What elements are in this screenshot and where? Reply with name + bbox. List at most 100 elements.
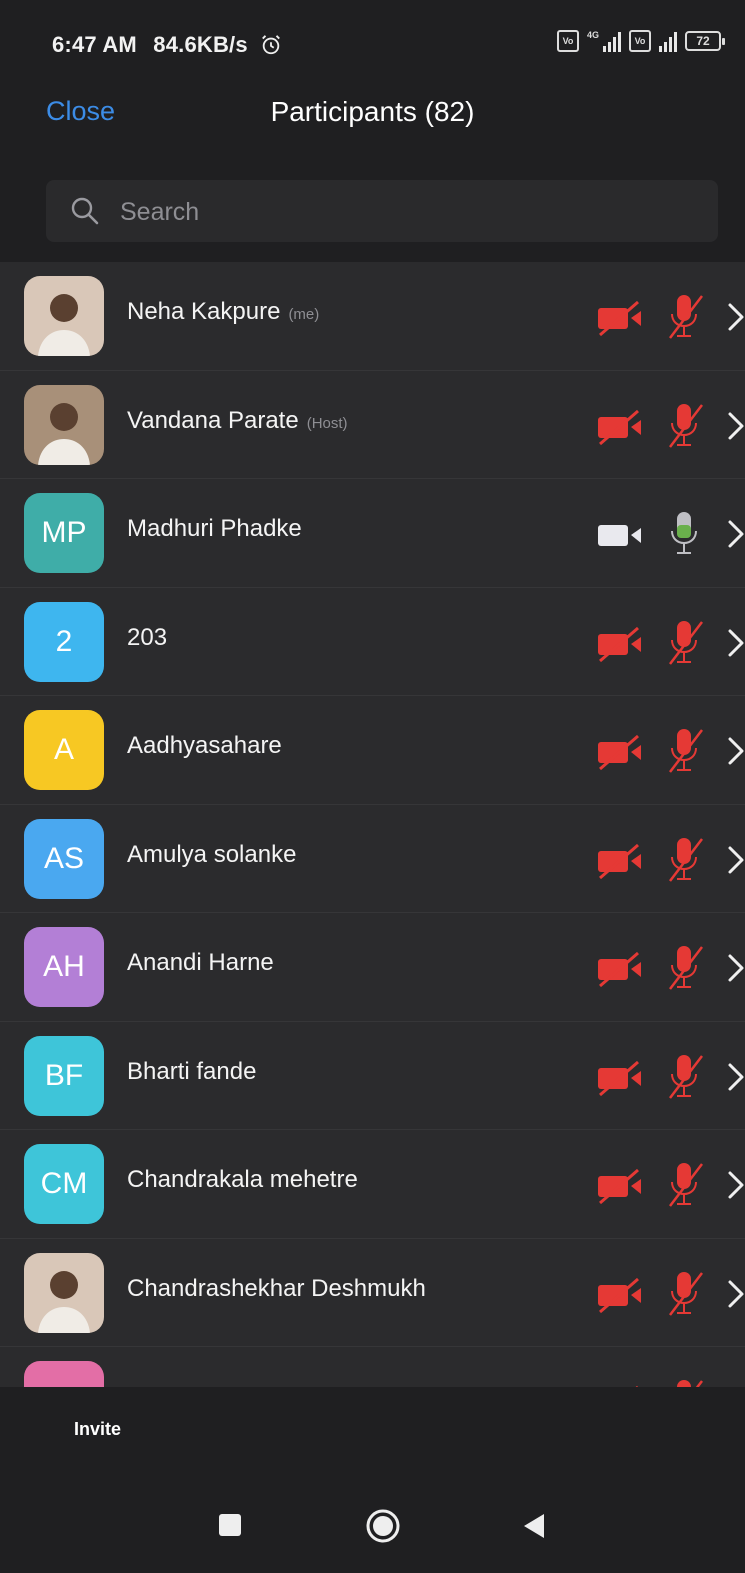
participant-name-wrap: Aadhyasahare: [127, 732, 282, 760]
mic-off-icon[interactable]: [662, 1160, 706, 1210]
chevron-right-icon[interactable]: [726, 845, 745, 875]
avatar-initials-text: AH: [43, 950, 85, 983]
participant-name: Chandrakala mehetre: [127, 1166, 358, 1193]
recents-icon[interactable]: [218, 1513, 242, 1537]
participant-name-wrap: Chandrashekhar Deshmukh: [127, 1275, 426, 1303]
avatar-initials: BF: [24, 1035, 104, 1116]
participant-name-wrap: Neha Kakpure (me): [127, 298, 319, 326]
participant-row[interactable]: Vandana Parate (Host): [0, 371, 745, 479]
avatar-photo: [24, 1252, 104, 1333]
chevron-right-icon[interactable]: [726, 302, 745, 332]
participant-name-wrap: Anandi Harne: [127, 949, 274, 977]
chevron-right-icon[interactable]: [726, 628, 745, 658]
participant-row[interactable]: BF Bharti fande: [0, 1022, 745, 1130]
participant-row[interactable]: [0, 1347, 745, 1387]
mic-off-icon[interactable]: [662, 401, 706, 451]
avatar-initials: AS: [24, 818, 104, 899]
participant-list[interactable]: Neha Kakpure (me) Vandana Parate (Host) MP Ma…: [0, 262, 745, 1387]
avatar-initials: CM: [24, 1144, 104, 1224]
participant-name-wrap: Bharti fande: [127, 1058, 256, 1086]
participant-row[interactable]: CM Chandrakala mehetre: [0, 1130, 745, 1239]
sim1-icon: Vo: [556, 30, 579, 52]
avatar-photo: [24, 276, 104, 356]
invite-button[interactable]: Invite: [74, 1419, 121, 1440]
participant-name-wrap: Madhuri Phadke: [127, 515, 302, 543]
participant-name: Neha Kakpure: [127, 298, 281, 325]
home-icon[interactable]: [366, 1509, 400, 1543]
chevron-right-icon[interactable]: [726, 411, 745, 441]
chevron-right-icon[interactable]: [726, 1279, 745, 1309]
battery-level: 72: [696, 34, 710, 48]
status-bar: 6:47 AM 84.6KB/s Vo 4G Vo 72: [0, 0, 745, 80]
participant-row[interactable]: AS Amulya solanke: [0, 805, 745, 913]
chevron-right-icon[interactable]: [726, 1170, 745, 1200]
video-off-icon[interactable]: [596, 732, 646, 772]
top-nav: Close Participants (82): [0, 80, 745, 150]
chevron-right-icon[interactable]: [726, 953, 745, 983]
network-type: 4G: [586, 30, 599, 40]
signal-icon: [659, 30, 677, 52]
search-bar[interactable]: [46, 180, 718, 242]
chevron-right-icon[interactable]: [726, 1062, 745, 1092]
avatar-initials: A: [24, 710, 104, 790]
participant-name: Aadhyasahare: [127, 732, 282, 759]
mic-off-icon[interactable]: [662, 292, 706, 342]
alarm-icon: [262, 35, 281, 55]
avatar-initials: [24, 1361, 104, 1387]
participant-name: 203: [127, 623, 168, 651]
participant-row[interactable]: Chandrashekhar Deshmukh: [0, 1239, 745, 1347]
mic-off-icon[interactable]: [662, 1052, 706, 1102]
search-input[interactable]: [118, 190, 702, 234]
system-nav-bar: [0, 1475, 745, 1573]
video-off-icon[interactable]: [596, 1275, 646, 1315]
signal-icon: [603, 30, 621, 52]
avatar-initials-text: CM: [40, 1167, 88, 1200]
participant-row[interactable]: Neha Kakpure (me): [0, 262, 745, 371]
video-off-icon[interactable]: [596, 1166, 646, 1206]
video-off-icon[interactable]: [596, 407, 646, 447]
mic-off-icon[interactable]: [662, 943, 706, 993]
avatar-initials: AH: [24, 927, 104, 1007]
participant-row[interactable]: MP Madhuri Phadke: [0, 479, 745, 588]
participant-name: Anandi Harne: [127, 949, 274, 976]
back-icon[interactable]: [522, 1513, 546, 1539]
participant-name-wrap: Vandana Parate (Host): [127, 407, 348, 435]
participant-row[interactable]: 2 203: [0, 588, 745, 696]
network-speed: 84.6KB/s: [153, 32, 248, 57]
video-on-icon[interactable]: [596, 515, 646, 555]
bottom-toolbar: Invite: [0, 1387, 745, 1475]
mic-off-icon[interactable]: [662, 1269, 706, 1319]
chevron-right-icon[interactable]: [726, 736, 745, 766]
mic-on-icon[interactable]: [662, 509, 706, 559]
avatar-initials-text: BF: [44, 1058, 84, 1092]
participant-name: Chandrashekhar Deshmukh: [127, 1274, 426, 1302]
participant-name-wrap: Amulya solanke: [127, 841, 296, 869]
participant-row[interactable]: A Aadhyasahare: [0, 696, 745, 805]
participant-tag: (Host): [306, 414, 348, 432]
participant-name: Bharti fande: [127, 1057, 257, 1085]
participant-name: Amulya solanke: [127, 840, 297, 868]
mic-off-icon[interactable]: [662, 1377, 706, 1387]
page-title: Participants (82): [270, 96, 475, 127]
video-off-icon[interactable]: [596, 1058, 646, 1098]
chevron-right-icon[interactable]: [726, 519, 745, 549]
participant-name-wrap: Chandrakala mehetre: [127, 1166, 358, 1194]
search-icon: [71, 197, 99, 225]
participant-name: Madhuri Phadke: [127, 515, 302, 542]
sim2-icon: Vo: [629, 30, 651, 52]
mic-off-icon[interactable]: [662, 835, 706, 885]
avatar-initials-text: MP: [41, 516, 87, 549]
participant-tag: (me): [288, 306, 320, 323]
participant-row[interactable]: AH Anandi Harne: [0, 913, 745, 1022]
participant-name-wrap: 203: [127, 624, 167, 652]
video-off-icon[interactable]: [596, 624, 646, 664]
mic-off-icon[interactable]: [662, 726, 706, 776]
avatar-photo: [24, 384, 104, 465]
video-off-icon[interactable]: [596, 298, 646, 338]
participant-name: Vandana Parate: [127, 406, 299, 434]
battery-icon: 72: [685, 31, 725, 51]
video-off-icon[interactable]: [596, 841, 646, 881]
mic-off-icon[interactable]: [662, 618, 706, 668]
avatar-initials-text: 2: [55, 624, 73, 658]
video-off-icon[interactable]: [596, 949, 646, 989]
